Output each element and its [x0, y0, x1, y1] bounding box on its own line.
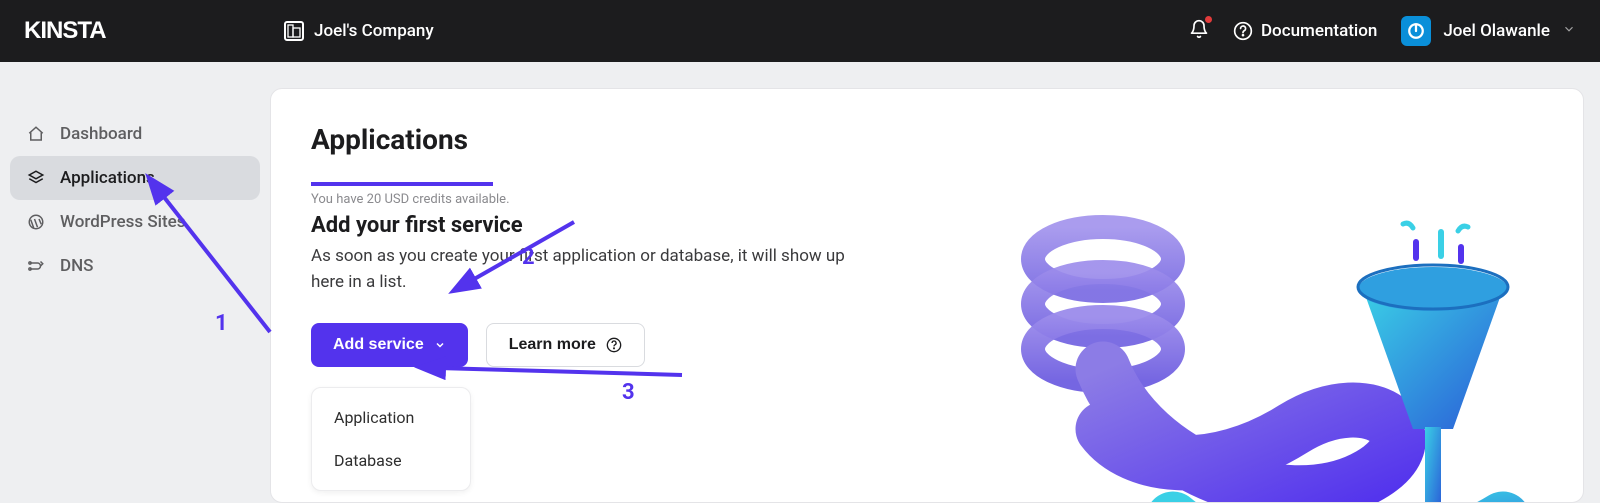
- chevron-down-icon: [1562, 21, 1576, 41]
- company-name: Joel's Company: [314, 21, 434, 41]
- company-icon: [284, 21, 304, 41]
- title-underline: [311, 182, 493, 186]
- home-icon: [26, 124, 46, 144]
- sidebar-item-wordpress[interactable]: WordPress Sites: [10, 200, 260, 244]
- sidebar-item-label: Dashboard: [60, 124, 142, 144]
- sidebar-item-dns[interactable]: DNS: [10, 244, 260, 288]
- wordpress-icon: [26, 212, 46, 232]
- sidebar-item-dashboard[interactable]: Dashboard: [10, 112, 260, 156]
- notification-dot: [1205, 16, 1212, 23]
- credit-note: You have 20 USD credits available.: [311, 192, 1543, 207]
- dropdown-item-database[interactable]: Database: [312, 439, 470, 482]
- documentation-label: Documentation: [1261, 21, 1377, 41]
- company-switcher[interactable]: Joel's Company: [284, 21, 434, 41]
- dropdown-item-label: Database: [334, 451, 402, 470]
- help-icon: [1233, 21, 1253, 41]
- sidebar-item-label: Applications: [60, 168, 155, 188]
- user-menu[interactable]: Joel Olawanle: [1401, 16, 1576, 46]
- brand-text: KINSTA: [24, 17, 106, 45]
- sidebar-item-applications[interactable]: Applications: [10, 156, 260, 200]
- sidebar-item-label: WordPress Sites: [60, 212, 185, 232]
- documentation-link[interactable]: Documentation: [1233, 21, 1377, 41]
- top-bar: KINSTA Joel's Company Documentation Joel…: [0, 0, 1600, 62]
- user-name: Joel Olawanle: [1443, 21, 1550, 41]
- dropdown-item-application[interactable]: Application: [312, 396, 470, 439]
- sidebar-item-label: DNS: [60, 256, 93, 276]
- user-avatar: [1401, 16, 1431, 46]
- onboarding-body: As soon as you create your first applica…: [311, 244, 871, 295]
- learn-more-label: Learn more: [509, 336, 596, 354]
- page-title: Applications: [311, 123, 1543, 156]
- dropdown-item-label: Application: [334, 408, 414, 427]
- stack-icon: [26, 168, 46, 188]
- dns-icon: [26, 256, 46, 276]
- top-actions: Documentation Joel Olawanle: [1189, 16, 1576, 46]
- add-service-button[interactable]: Add service: [311, 323, 468, 367]
- chevron-down-icon: [434, 339, 446, 351]
- add-service-dropdown: Application Database: [311, 387, 471, 491]
- sidebar: Dashboard Applications WordPress Sites D…: [0, 62, 270, 503]
- help-icon: [606, 337, 622, 353]
- main-content: Applications You have 20 USD credits ava…: [270, 88, 1584, 503]
- brand-logo: KINSTA: [24, 17, 284, 45]
- learn-more-button[interactable]: Learn more: [486, 323, 645, 367]
- onboarding-heading: Add your first service: [311, 213, 1543, 238]
- notifications-button[interactable]: [1189, 19, 1209, 44]
- add-service-label: Add service: [333, 336, 424, 354]
